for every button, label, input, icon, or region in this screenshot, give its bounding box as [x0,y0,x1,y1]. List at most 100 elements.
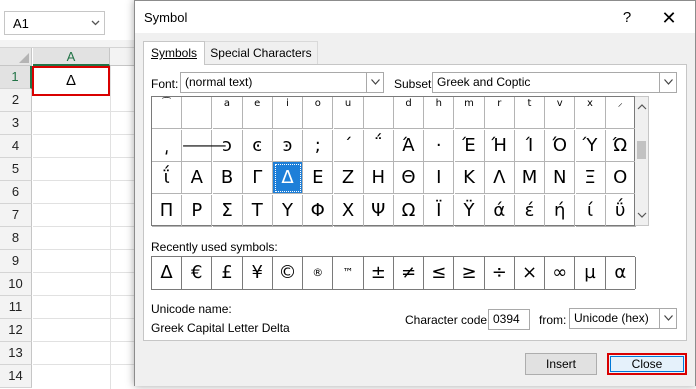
symbol-cell[interactable]: Ρ [182,194,213,227]
recent-symbol-cell[interactable]: € [182,257,213,289]
tab-symbols[interactable]: Symbols [143,41,205,65]
row-header[interactable]: 9 [0,250,32,273]
row-header[interactable]: 4 [0,135,32,158]
row-header[interactable]: 7 [0,204,32,227]
recent-symbol-cell[interactable]: ™ [333,257,364,289]
symbol-cell[interactable]: Λ [484,162,515,194]
symbol-cell[interactable]: Ξ [575,162,606,194]
symbol-cell[interactable]: έ [515,194,545,227]
symbol-cell[interactable]: Ω [394,194,424,227]
row-header[interactable]: 8 [0,227,32,250]
recent-symbol-cell[interactable]: Δ [152,257,182,289]
symbol-cell[interactable]: Ϊ [424,194,455,227]
symbol-cell[interactable]: t [515,97,545,129]
tab-special-characters[interactable]: Special Characters [204,41,318,64]
symbol-cell[interactable]: Ή [484,129,515,162]
subset-dropdown[interactable]: Greek and Coptic [432,72,677,93]
chevron-down-icon[interactable] [659,309,676,328]
symbol-cell[interactable]: Ο [605,162,636,194]
recent-symbol-cell[interactable]: ∞ [545,257,576,289]
recent-symbol-cell[interactable]: ¥ [242,257,273,289]
symbol-cell[interactable]: d [394,97,424,129]
recent-symbol-cell[interactable]: ± [363,257,394,289]
symbol-cell[interactable]: u [333,97,364,129]
column-header-a[interactable]: A [33,48,110,66]
row-header[interactable]: 1 [0,66,32,89]
symbol-cell[interactable]: o [303,97,334,129]
recent-symbol-cell[interactable]: ≥ [454,257,485,289]
character-code-field[interactable]: 0394 [488,309,530,330]
symbol-cell[interactable]: Μ [515,162,545,194]
recent-symbol-cell[interactable]: α [605,257,636,289]
symbol-cell[interactable]: Ί [515,129,545,162]
symbol-cell[interactable]: ΰ [605,194,636,227]
scroll-thumb[interactable] [637,141,646,159]
symbol-cell[interactable]: ⁀ [152,97,182,129]
row-header[interactable]: 6 [0,181,32,204]
symbol-cell[interactable]: Σ [212,194,243,227]
close-button[interactable]: Close [607,353,687,375]
symbol-cell[interactable]: ΅ [363,129,394,162]
symbol-cell[interactable]: Β [212,162,243,194]
symbol-cell[interactable]: · [424,129,455,162]
recent-symbol-cell[interactable]: © [273,257,303,289]
symbol-cell[interactable]: Θ [394,162,424,194]
from-dropdown[interactable]: Unicode (hex) [569,308,677,329]
close-icon[interactable]: ✕ [654,6,684,30]
recent-symbol-cell[interactable]: µ [575,257,606,289]
symbol-cell[interactable]: Ζ [333,162,364,194]
row-header[interactable]: 12 [0,319,32,342]
row-header[interactable]: 11 [0,296,32,319]
select-all-corner[interactable] [0,48,32,66]
symbol-cell[interactable]: Ά [394,129,424,162]
row-header[interactable]: 14 [0,365,32,388]
title-bar[interactable]: Symbol ? ✕ [135,1,695,33]
scroll-down-icon[interactable] [637,211,647,219]
chevron-down-icon[interactable] [91,18,100,27]
cell-a1[interactable]: Δ [32,66,110,96]
symbol-cell[interactable]: ί [575,194,606,227]
name-box[interactable]: A1 [4,11,105,35]
symbol-cell[interactable]: Υ [273,194,303,227]
recent-symbol-cell[interactable]: × [515,257,545,289]
symbol-cell[interactable]: Α [182,162,213,194]
row-header[interactable]: 13 [0,342,32,365]
symbol-cell[interactable]: ΄ [333,129,364,162]
symbol-cell[interactable]: m [454,97,485,129]
scroll-up-icon[interactable] [637,103,647,111]
symbol-cell[interactable]: ͻ [212,129,243,162]
symbol-cell[interactable]: ⸻ [182,129,227,162]
recent-symbol-cell[interactable]: £ [212,257,243,289]
symbol-cell[interactable]: Τ [242,194,273,227]
symbol-cell[interactable]: Ψ [363,194,394,227]
symbol-cell[interactable]: ή [545,194,576,227]
symbol-cell[interactable] [182,97,213,129]
recent-symbol-cell[interactable]: ® [303,257,334,289]
chevron-down-icon[interactable] [659,73,676,92]
row-header[interactable]: 3 [0,112,32,135]
symbol-cell[interactable]: a [212,97,243,129]
symbol-grid-scrollbar[interactable] [635,96,649,226]
symbol-cell[interactable]: i [273,97,303,129]
recent-symbol-cell[interactable]: ≤ [424,257,455,289]
symbol-cell[interactable]: Ε [303,162,334,194]
symbol-cell[interactable]: ͼ [242,129,273,162]
row-header[interactable]: 10 [0,273,32,296]
chevron-down-icon[interactable] [366,73,383,92]
symbol-cell[interactable]: Φ [303,194,334,227]
symbol-cell[interactable]: r [484,97,515,129]
row-header[interactable]: 2 [0,89,32,112]
symbol-cell[interactable]: Ώ [605,129,636,162]
symbol-cell[interactable]: Ό [545,129,576,162]
symbol-cell[interactable]: Κ [454,162,485,194]
symbol-cell[interactable] [363,97,394,129]
symbol-cell[interactable]: ; [303,129,334,162]
recent-symbol-cell[interactable]: ≠ [394,257,424,289]
symbol-cell[interactable]: ͽ [273,129,303,162]
symbol-cell[interactable]: v [545,97,576,129]
symbol-cell[interactable]: Δ [273,162,303,194]
symbol-cell[interactable]: Π [152,194,182,227]
symbol-cell[interactable]: Ύ [575,129,606,162]
symbol-cell[interactable]: Ϋ [454,194,485,227]
font-dropdown[interactable]: (normal text) [180,72,384,93]
